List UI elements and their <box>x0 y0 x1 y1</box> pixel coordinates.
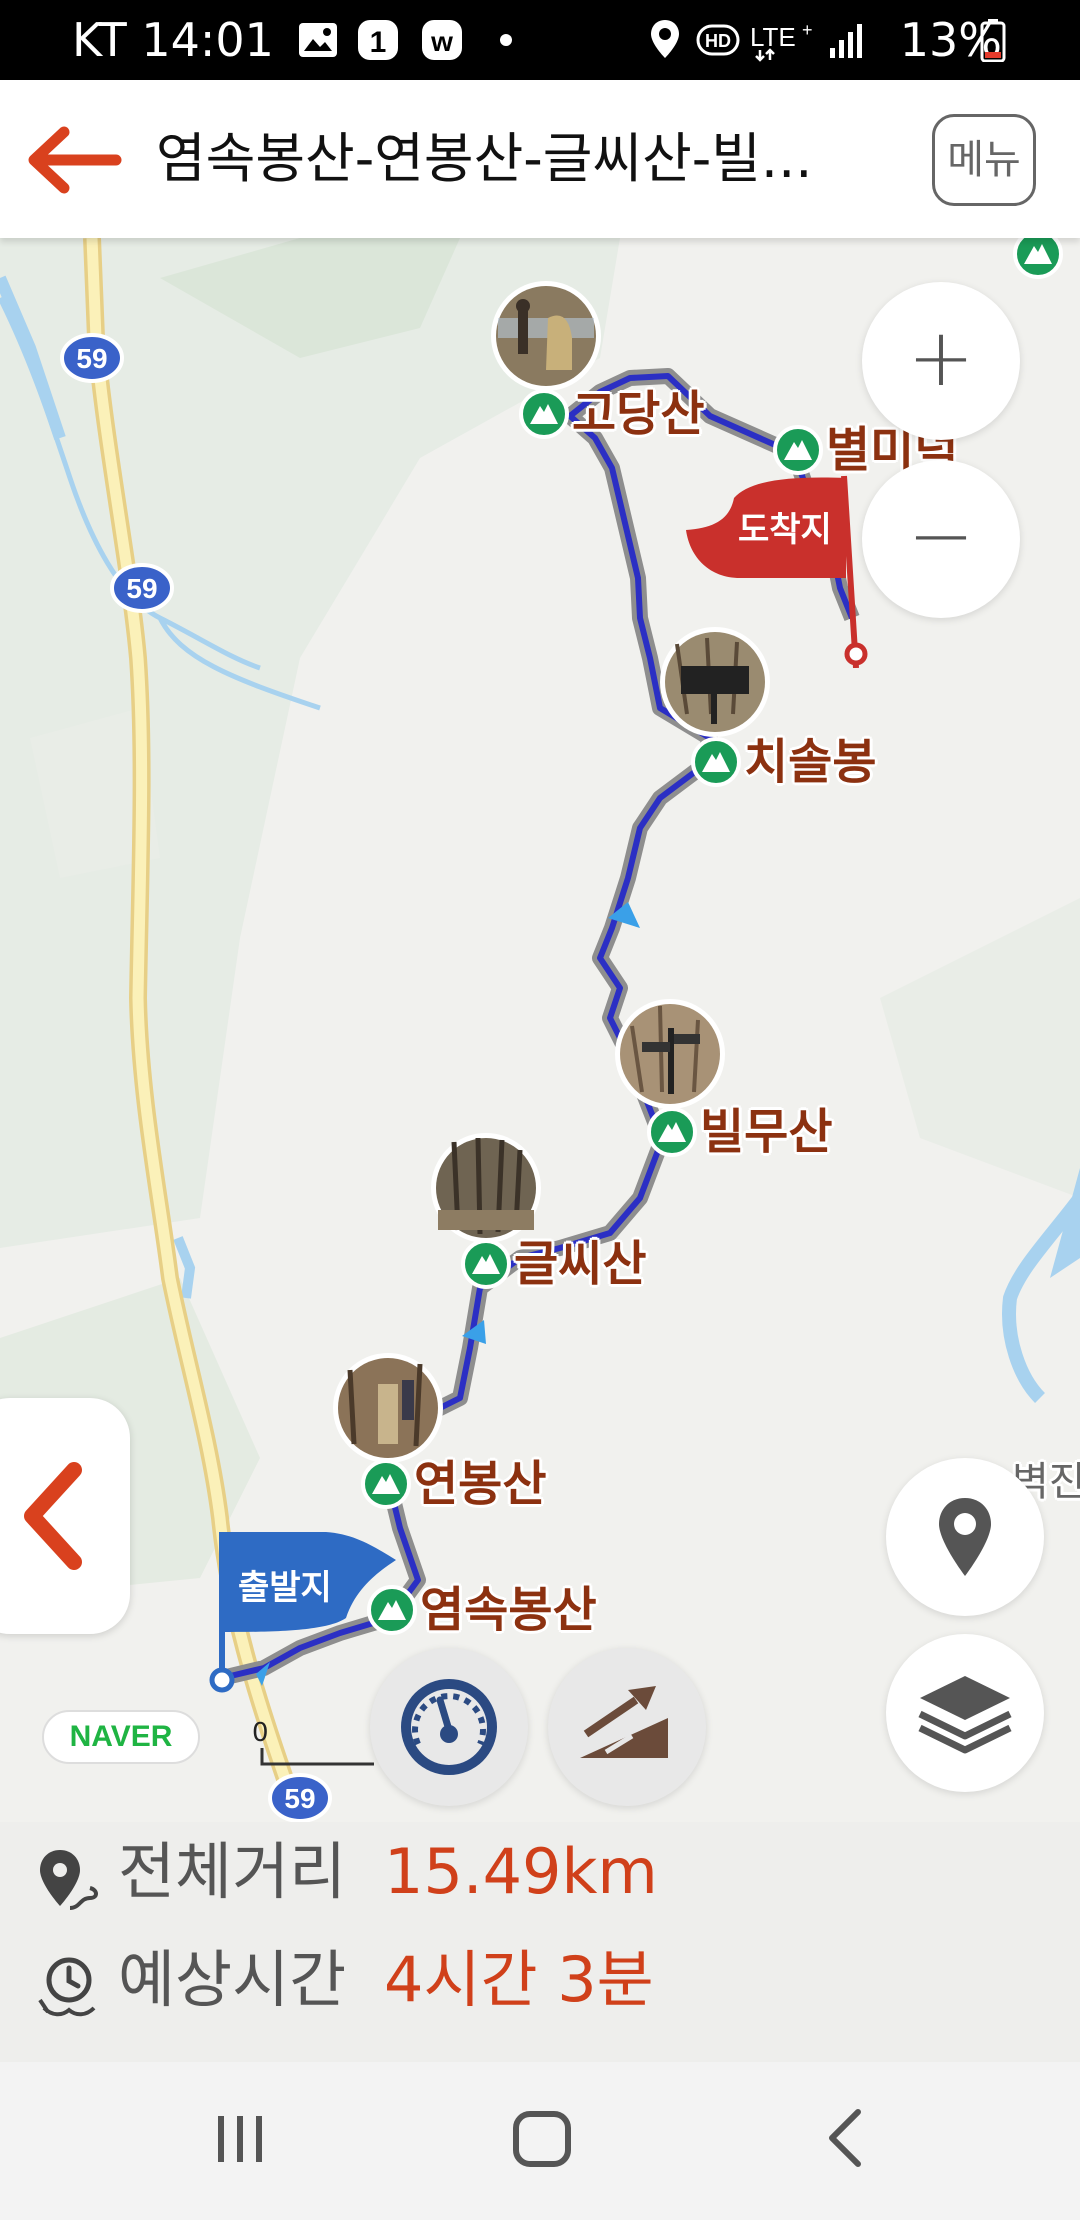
peak-label: 글씨산 <box>514 1236 647 1292</box>
image-icon <box>299 23 337 57</box>
w-icon: w <box>422 20 462 60</box>
signal-icon <box>830 24 862 58</box>
arrival-flag-icon <box>686 475 868 668</box>
app-header: 염속봉산-연봉산-글씨산-빌... 메뉴 <box>0 80 1080 238</box>
route-info-panel: 전체거리 15.49km 예상시간 4시간 3분 <box>0 1822 1080 2062</box>
map-view[interactable]: 59 59 59 고당산 별미덕 치솔봉 빌무산 글씨산 연봉산 염속봉산 도착… <box>0 238 1080 1822</box>
my-location-button[interactable] <box>886 1458 1044 1616</box>
svg-text:HD: HD <box>705 31 731 51</box>
time-label: 예상시간 <box>118 1943 347 2016</box>
svg-text:+: + <box>802 20 813 40</box>
svg-text:59: 59 <box>284 1783 315 1814</box>
departure-flag-icon <box>209 1532 396 1693</box>
recent-apps-icon[interactable] <box>210 2108 270 2168</box>
peak-marker-icon[interactable] <box>518 388 570 440</box>
battery-icon <box>980 19 1006 62</box>
distance-label: 전체거리 <box>118 1835 347 1908</box>
peak-label: 연봉산 <box>414 1456 547 1512</box>
peak-label: 염속봉산 <box>420 1582 597 1638</box>
departure-flag-label: 출발지 <box>238 1568 332 1608</box>
peak-photo-thumbnail[interactable] <box>330 1350 446 1466</box>
back-arrow-icon[interactable] <box>24 120 124 200</box>
zoom-out-button[interactable]: − <box>862 460 1020 618</box>
menu-button[interactable]: 메뉴 <box>932 114 1036 206</box>
scale-bar <box>260 1748 374 1766</box>
svg-text:59: 59 <box>126 573 157 604</box>
elevation-icon <box>580 1686 668 1758</box>
home-icon[interactable] <box>510 2106 574 2170</box>
arrival-flag-label: 도착지 <box>738 510 832 550</box>
layers-icon <box>918 1676 1012 1754</box>
route-pin-icon <box>40 1850 98 1910</box>
speedometer-icon <box>401 1679 497 1775</box>
lte-icon: LTE + <box>750 20 813 62</box>
peak-photo-thumbnail[interactable] <box>612 996 728 1112</box>
badge-1-icon: 1 <box>358 20 398 60</box>
side-panel-toggle[interactable] <box>0 1398 130 1634</box>
elevation-profile-button[interactable] <box>548 1648 706 1806</box>
system-nav-bar <box>0 2062 1080 2220</box>
peak-label: 치솔봉 <box>744 734 877 790</box>
peak-label: 고당산 <box>572 386 705 442</box>
minus-icon: − <box>907 489 975 582</box>
peak-marker-icon[interactable] <box>360 1458 412 1510</box>
page-title: 염속봉산-연봉산-글씨산-빌... <box>156 127 813 190</box>
road-59-shield: 59 <box>60 333 124 383</box>
location-pin-icon <box>939 1498 991 1576</box>
peak-marker-icon[interactable] <box>646 1106 698 1158</box>
nav-back-icon[interactable] <box>816 2106 876 2170</box>
status-time: KT 14:01 <box>72 13 274 67</box>
time-value: 4시간 3분 <box>384 1943 654 2016</box>
status-bar: KT 14:01 1 w HD LTE + 13% <box>0 0 1080 80</box>
svg-text:w: w <box>430 26 453 57</box>
plus-icon: + <box>907 311 975 404</box>
peak-label: 빌무산 <box>700 1104 833 1160</box>
peak-photo-thumbnail[interactable] <box>428 1130 544 1246</box>
hd-icon: HD <box>696 24 740 56</box>
svg-text:LTE: LTE <box>750 22 796 52</box>
peak-marker-icon[interactable] <box>460 1238 512 1290</box>
naver-logo: NAVER <box>42 1710 200 1764</box>
distance-row: 전체거리 15.49km <box>0 1822 1080 1932</box>
dot-icon <box>500 34 512 46</box>
clock-route-icon <box>38 1957 96 2017</box>
peak-photo-thumbnail[interactable] <box>488 278 604 394</box>
scale-bar-zero: 0 <box>252 1718 269 1748</box>
svg-text:1: 1 <box>370 26 387 59</box>
time-row: 예상시간 4시간 3분 <box>0 1930 1080 2040</box>
peak-marker-icon <box>1013 238 1063 279</box>
speed-gauge-button[interactable] <box>370 1648 528 1806</box>
map-layers-button[interactable] <box>886 1634 1044 1792</box>
chevron-left-icon <box>24 1462 82 1570</box>
road-59-shield: 59 <box>110 563 174 613</box>
distance-value: 15.49km <box>384 1835 658 1908</box>
zoom-in-button[interactable]: + <box>862 282 1020 440</box>
location-icon <box>651 20 679 58</box>
peak-marker-icon[interactable] <box>690 736 742 788</box>
svg-text:59: 59 <box>76 343 107 374</box>
road-59-shield: 59 <box>268 1773 332 1822</box>
